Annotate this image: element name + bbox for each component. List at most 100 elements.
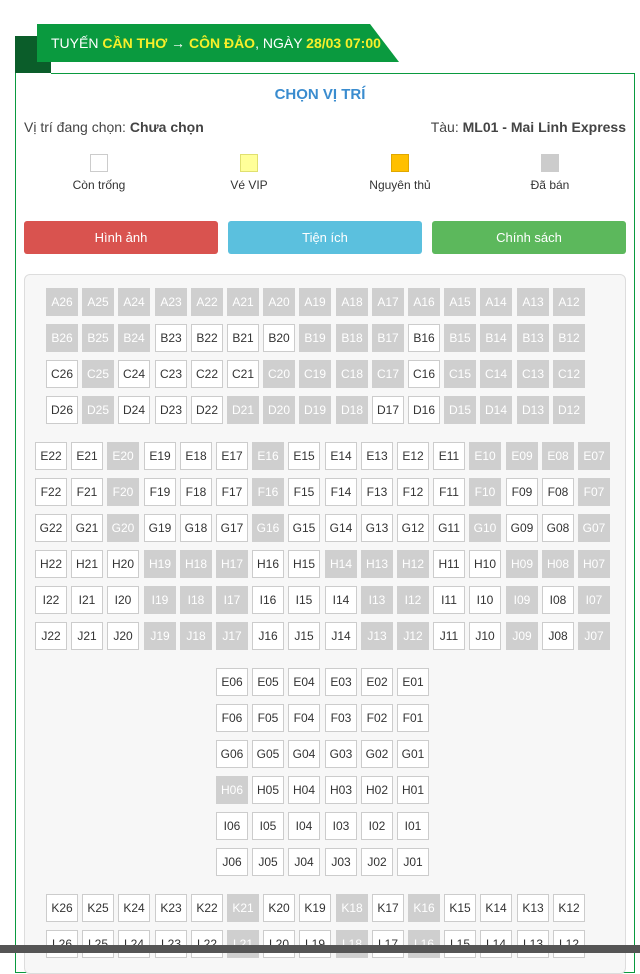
seat-h20[interactable]: H20 — [107, 550, 139, 578]
seat-c23[interactable]: C23 — [155, 360, 187, 388]
seat-f04[interactable]: F04 — [288, 704, 320, 732]
seat-f02[interactable]: F02 — [361, 704, 393, 732]
seat-b16[interactable]: B16 — [408, 324, 440, 352]
seat-e06[interactable]: E06 — [216, 668, 248, 696]
seat-i06[interactable]: I06 — [216, 812, 248, 840]
seat-e04[interactable]: E04 — [288, 668, 320, 696]
seat-b23[interactable]: B23 — [155, 324, 187, 352]
seat-k24[interactable]: K24 — [118, 894, 150, 922]
seat-g19[interactable]: G19 — [144, 514, 176, 542]
seat-l19[interactable]: L19 — [299, 930, 331, 958]
seat-f15[interactable]: F15 — [288, 478, 320, 506]
amenities-button[interactable]: Tiện ích — [228, 221, 422, 254]
seat-i16[interactable]: I16 — [252, 586, 284, 614]
seat-e14[interactable]: E14 — [325, 442, 357, 470]
seat-g06[interactable]: G06 — [216, 740, 248, 768]
seat-c22[interactable]: C22 — [191, 360, 223, 388]
seat-i22[interactable]: I22 — [35, 586, 67, 614]
seat-f19[interactable]: F19 — [144, 478, 176, 506]
seat-f01[interactable]: F01 — [397, 704, 429, 732]
seat-j15[interactable]: J15 — [288, 622, 320, 650]
seat-k26[interactable]: K26 — [46, 894, 78, 922]
seat-l22[interactable]: L22 — [191, 930, 223, 958]
seat-d22[interactable]: D22 — [191, 396, 223, 424]
seat-d24[interactable]: D24 — [118, 396, 150, 424]
seat-d23[interactable]: D23 — [155, 396, 187, 424]
seat-h05[interactable]: H05 — [252, 776, 284, 804]
seat-j08[interactable]: J08 — [542, 622, 574, 650]
seat-g01[interactable]: G01 — [397, 740, 429, 768]
seat-e05[interactable]: E05 — [252, 668, 284, 696]
seat-e13[interactable]: E13 — [361, 442, 393, 470]
seat-l20[interactable]: L20 — [263, 930, 295, 958]
seat-j05[interactable]: J05 — [252, 848, 284, 876]
seat-e17[interactable]: E17 — [216, 442, 248, 470]
seat-c16[interactable]: C16 — [408, 360, 440, 388]
seat-e02[interactable]: E02 — [361, 668, 393, 696]
seat-i20[interactable]: I20 — [107, 586, 139, 614]
seat-l25[interactable]: L25 — [82, 930, 114, 958]
seat-g08[interactable]: G08 — [542, 514, 574, 542]
policy-button[interactable]: Chính sách — [432, 221, 626, 254]
seat-g15[interactable]: G15 — [288, 514, 320, 542]
seat-f05[interactable]: F05 — [252, 704, 284, 732]
seat-j11[interactable]: J11 — [433, 622, 465, 650]
seat-i10[interactable]: I10 — [469, 586, 501, 614]
seat-h11[interactable]: H11 — [433, 550, 465, 578]
seat-i14[interactable]: I14 — [325, 586, 357, 614]
seat-d17[interactable]: D17 — [372, 396, 404, 424]
seat-g18[interactable]: G18 — [180, 514, 212, 542]
seat-i04[interactable]: I04 — [288, 812, 320, 840]
seat-k23[interactable]: K23 — [155, 894, 187, 922]
seat-l15[interactable]: L15 — [444, 930, 476, 958]
seat-j16[interactable]: J16 — [252, 622, 284, 650]
seat-k20[interactable]: K20 — [263, 894, 295, 922]
seat-h15[interactable]: H15 — [288, 550, 320, 578]
seat-c24[interactable]: C24 — [118, 360, 150, 388]
seat-j10[interactable]: J10 — [469, 622, 501, 650]
seat-l14[interactable]: L14 — [480, 930, 512, 958]
seat-f18[interactable]: F18 — [180, 478, 212, 506]
seat-j01[interactable]: J01 — [397, 848, 429, 876]
seat-i15[interactable]: I15 — [288, 586, 320, 614]
seat-h21[interactable]: H21 — [71, 550, 103, 578]
seat-e19[interactable]: E19 — [144, 442, 176, 470]
seat-f21[interactable]: F21 — [71, 478, 103, 506]
seat-e01[interactable]: E01 — [397, 668, 429, 696]
seat-d16[interactable]: D16 — [408, 396, 440, 424]
seat-k22[interactable]: K22 — [191, 894, 223, 922]
seat-e11[interactable]: E11 — [433, 442, 465, 470]
seat-j04[interactable]: J04 — [288, 848, 320, 876]
seat-j21[interactable]: J21 — [71, 622, 103, 650]
seat-l12[interactable]: L12 — [553, 930, 585, 958]
seat-d26[interactable]: D26 — [46, 396, 78, 424]
seat-e15[interactable]: E15 — [288, 442, 320, 470]
seat-i03[interactable]: I03 — [325, 812, 357, 840]
seat-k15[interactable]: K15 — [444, 894, 476, 922]
seat-i01[interactable]: I01 — [397, 812, 429, 840]
seat-f13[interactable]: F13 — [361, 478, 393, 506]
seat-g21[interactable]: G21 — [71, 514, 103, 542]
seat-i08[interactable]: I08 — [542, 586, 574, 614]
seat-j03[interactable]: J03 — [325, 848, 357, 876]
seat-k17[interactable]: K17 — [372, 894, 404, 922]
seat-j02[interactable]: J02 — [361, 848, 393, 876]
seat-i02[interactable]: I02 — [361, 812, 393, 840]
seat-g03[interactable]: G03 — [325, 740, 357, 768]
seat-b20[interactable]: B20 — [263, 324, 295, 352]
seat-k25[interactable]: K25 — [82, 894, 114, 922]
seat-c26[interactable]: C26 — [46, 360, 78, 388]
seat-f03[interactable]: F03 — [325, 704, 357, 732]
seat-h16[interactable]: H16 — [252, 550, 284, 578]
seat-j06[interactable]: J06 — [216, 848, 248, 876]
seat-k13[interactable]: K13 — [517, 894, 549, 922]
seat-k12[interactable]: K12 — [553, 894, 585, 922]
seat-g17[interactable]: G17 — [216, 514, 248, 542]
seat-g14[interactable]: G14 — [325, 514, 357, 542]
seat-h02[interactable]: H02 — [361, 776, 393, 804]
seat-h01[interactable]: H01 — [397, 776, 429, 804]
seat-i05[interactable]: I05 — [252, 812, 284, 840]
seat-e18[interactable]: E18 — [180, 442, 212, 470]
seat-g13[interactable]: G13 — [361, 514, 393, 542]
seat-f14[interactable]: F14 — [325, 478, 357, 506]
